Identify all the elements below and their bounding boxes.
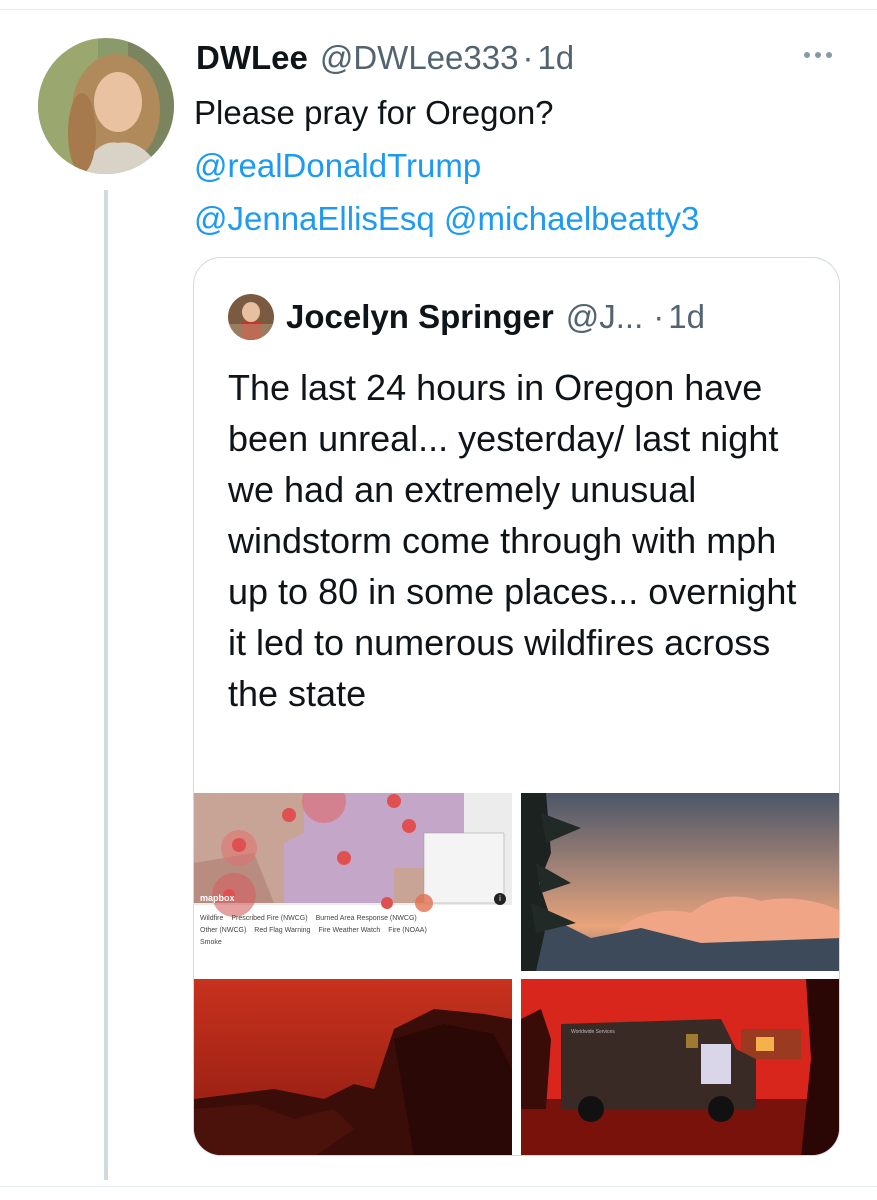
- quoted-tweet-header: Jocelyn Springer @J... · 1d: [228, 292, 705, 342]
- separator-dot: ·: [522, 39, 534, 76]
- quoted-author-avatar: [228, 294, 274, 340]
- smoke-sunset-photo[interactable]: [521, 793, 839, 971]
- author-avatar[interactable]: [38, 38, 174, 174]
- info-icon[interactable]: i: [494, 893, 506, 905]
- map-legend: Wildfire Prescribed Fire (NWCG) Burned A…: [200, 913, 506, 949]
- fire-map-image[interactable]: mapbox i Wildfire Prescribed Fire (NWCG)…: [194, 793, 512, 971]
- tweet-text: Please pray for Oregon? @realDonaldTrump…: [194, 86, 854, 245]
- dot: [826, 52, 832, 58]
- legend-item: Burned Area Response (NWCG): [315, 915, 417, 922]
- red-coast-photo[interactable]: [194, 979, 512, 1155]
- van-side-text: Worldwide Services: [571, 1029, 615, 1035]
- dot: [815, 52, 821, 58]
- mention-link[interactable]: @JennaEllisEsq: [194, 200, 435, 237]
- legend-item: Prescribed Fire (NWCG): [231, 915, 308, 922]
- bottom-divider: [0, 1186, 877, 1187]
- quoted-timestamp: 1d: [668, 298, 705, 335]
- legend-item: Red Flag Warning: [254, 927, 311, 934]
- quoted-author-name: Jocelyn Springer: [286, 298, 554, 335]
- legend-item: Smoke: [200, 939, 222, 946]
- top-divider: [0, 9, 877, 10]
- quoted-author-handle: @J...: [565, 298, 644, 335]
- delivery-van-photo[interactable]: Worldwide Services: [521, 979, 839, 1155]
- thread-connector: [104, 190, 108, 1180]
- quoted-tweet-text: The last 24 hours in Oregon have been un…: [228, 367, 797, 714]
- tweet-header: DWLee @DWLee333 · 1d: [196, 36, 574, 80]
- dot: [804, 52, 810, 58]
- author-name[interactable]: DWLee: [196, 39, 308, 77]
- more-options-icon[interactable]: [798, 40, 838, 70]
- mention-link[interactable]: @michaelbeatty3: [444, 200, 699, 237]
- legend-item: Fire (NOAA): [388, 927, 427, 934]
- legend-item: Other (NWCG): [200, 927, 247, 934]
- quoted-tweet-card[interactable]: Jocelyn Springer @J... · 1d The last 24 …: [193, 257, 840, 1156]
- mention-link[interactable]: @realDonaldTrump: [194, 147, 481, 184]
- mapbox-logo: mapbox: [200, 893, 235, 903]
- author-handle[interactable]: @DWLee333: [320, 39, 519, 77]
- separator-dot: ·: [653, 298, 665, 335]
- legend-item: Wildfire: [200, 915, 224, 922]
- tweet-timestamp[interactable]: 1d: [537, 39, 574, 77]
- media-grid: mapbox i Wildfire Prescribed Fire (NWCG)…: [194, 793, 839, 1155]
- legend-item: Fire Weather Watch: [318, 927, 381, 934]
- tweet-text-line: Please pray for Oregon?: [194, 94, 554, 131]
